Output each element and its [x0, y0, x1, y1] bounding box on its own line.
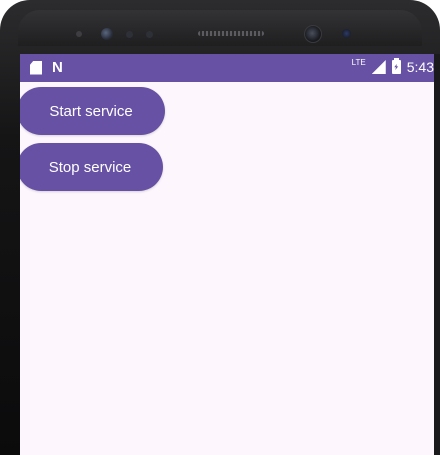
signal-icon: [371, 60, 386, 74]
led-sensor-icon: [146, 31, 153, 38]
status-bar-clock: 5:43: [406, 59, 434, 75]
battery-charging-icon: [391, 58, 401, 74]
start-service-button[interactable]: Start service: [20, 87, 165, 135]
main-content: Start service Stop service: [20, 82, 440, 455]
notification-n-icon: N: [52, 59, 63, 76]
earpiece-speaker: [198, 31, 264, 36]
stop-service-button[interactable]: Stop service: [20, 143, 163, 191]
front-camera-icon: [304, 25, 322, 43]
sd-card-icon: [30, 60, 42, 75]
phone-right-bezel: [434, 54, 440, 455]
network-type-label: LTE: [351, 58, 366, 67]
light-sensor-icon: [126, 31, 133, 38]
status-bar: N LTE 5:43: [20, 54, 440, 82]
status-bar-right: LTE 5:43: [351, 58, 434, 75]
iris-sensor-icon: [101, 28, 113, 40]
status-bar-left: N: [30, 59, 63, 76]
device-screen: N LTE 5:43 Start service Stop service: [20, 54, 440, 455]
ir-sensor-icon: [342, 29, 351, 38]
proximity-sensor-icon: [76, 31, 82, 37]
